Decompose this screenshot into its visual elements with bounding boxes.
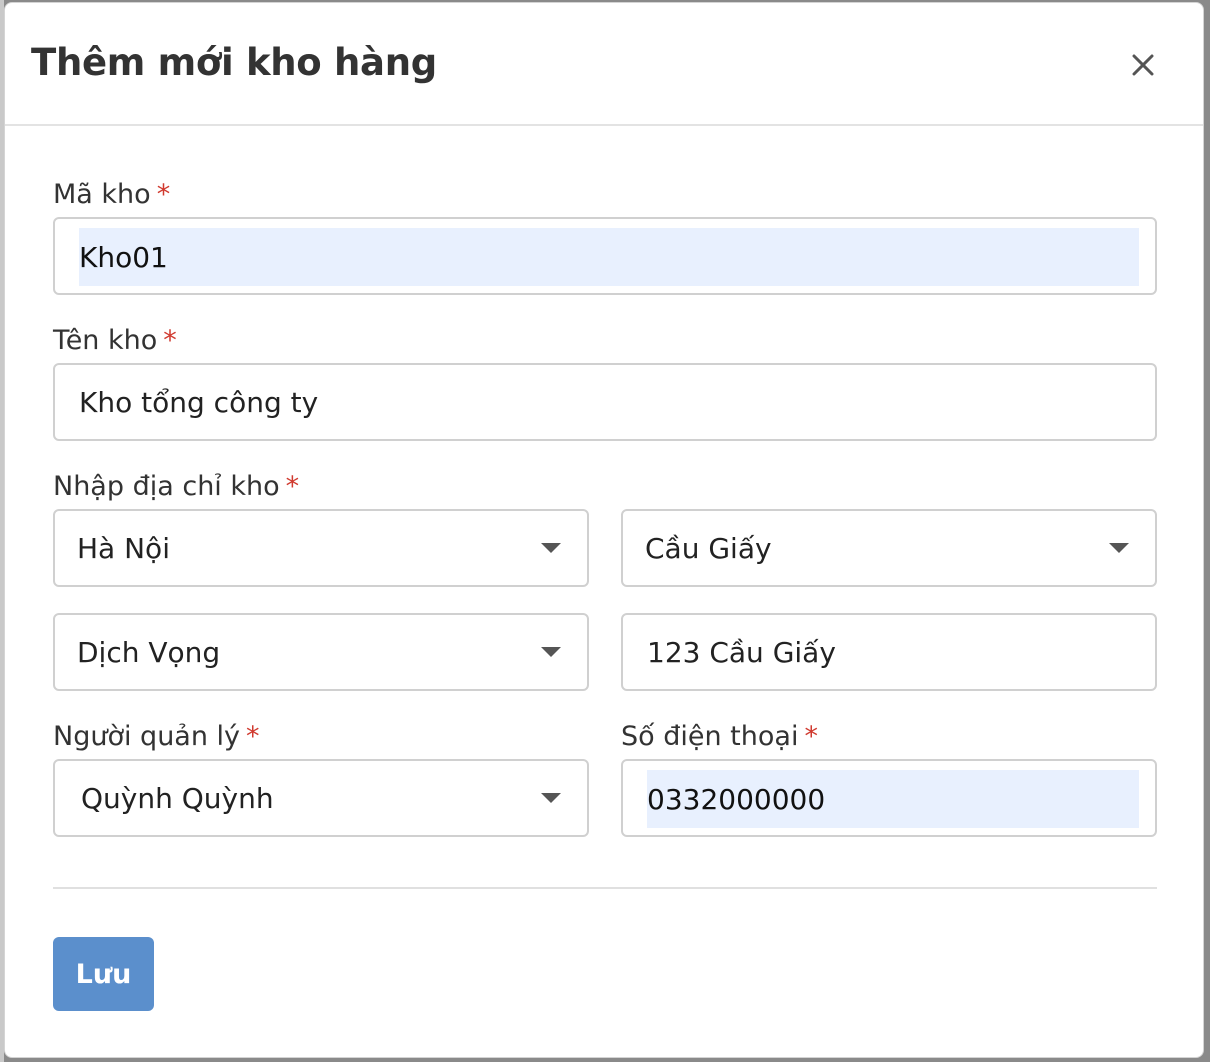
phone-label-text: Số điện thoại bbox=[621, 721, 799, 752]
phone-input[interactable]: 0332000000 bbox=[621, 759, 1157, 837]
province-select[interactable]: Hà Nội bbox=[53, 509, 589, 587]
warehouse-code-input[interactable]: Kho01 bbox=[53, 217, 1157, 295]
chevron-down-icon bbox=[1108, 541, 1130, 555]
save-button[interactable]: Lưu bbox=[53, 937, 154, 1011]
chevron-down-icon bbox=[540, 645, 562, 659]
close-icon bbox=[1132, 54, 1154, 76]
district-value: Cầu Giấy bbox=[645, 531, 772, 565]
modal-title: Thêm mới kho hàng bbox=[31, 41, 437, 84]
warehouse-name-label: Tên kho * bbox=[53, 325, 177, 356]
phone-value: 0332000000 bbox=[647, 770, 1139, 828]
manager-label: Người quản lý * bbox=[53, 721, 260, 752]
add-warehouse-modal: Thêm mới kho hàng Mã kho * Kho01 Tên kho *… bbox=[4, 2, 1204, 1058]
manager-label-text: Người quản lý bbox=[53, 721, 241, 752]
close-button[interactable] bbox=[1123, 45, 1163, 85]
warehouse-code-label-text: Mã kho bbox=[53, 179, 151, 210]
required-mark: * bbox=[156, 179, 171, 210]
chevron-down-icon bbox=[540, 791, 562, 805]
street-address-value: 123 Cầu Giấy bbox=[647, 635, 836, 669]
manager-value: Quỳnh Quỳnh bbox=[81, 781, 274, 815]
district-select[interactable]: Cầu Giấy bbox=[621, 509, 1157, 587]
required-mark: * bbox=[246, 721, 260, 752]
required-mark: * bbox=[285, 471, 300, 502]
province-value: Hà Nội bbox=[77, 531, 170, 565]
phone-text: 0332000000 bbox=[647, 782, 826, 816]
ward-select[interactable]: Dịch Vọng bbox=[53, 613, 589, 691]
ward-value: Dịch Vọng bbox=[77, 635, 221, 669]
warehouse-code-label: Mã kho * bbox=[53, 179, 170, 210]
warehouse-code-value: Kho01 bbox=[79, 228, 1139, 286]
street-address-input[interactable]: 123 Cầu Giấy bbox=[621, 613, 1157, 691]
manager-select[interactable]: Quỳnh Quỳnh bbox=[53, 759, 589, 837]
required-mark: * bbox=[163, 325, 177, 356]
chevron-down-icon bbox=[540, 541, 562, 555]
warehouse-name-label-text: Tên kho bbox=[53, 325, 158, 356]
modal-header: Thêm mới kho hàng bbox=[5, 3, 1203, 126]
address-label-text: Nhập địa chỉ kho bbox=[53, 471, 280, 502]
warehouse-code-text: Kho01 bbox=[79, 240, 168, 274]
address-label: Nhập địa chỉ kho * bbox=[53, 471, 299, 502]
warehouse-name-value: Kho tổng công ty bbox=[79, 385, 319, 419]
footer-divider bbox=[53, 887, 1157, 889]
required-mark: * bbox=[804, 721, 818, 752]
phone-label: Số điện thoại * bbox=[621, 721, 818, 752]
warehouse-name-input[interactable]: Kho tổng công ty bbox=[53, 363, 1157, 441]
